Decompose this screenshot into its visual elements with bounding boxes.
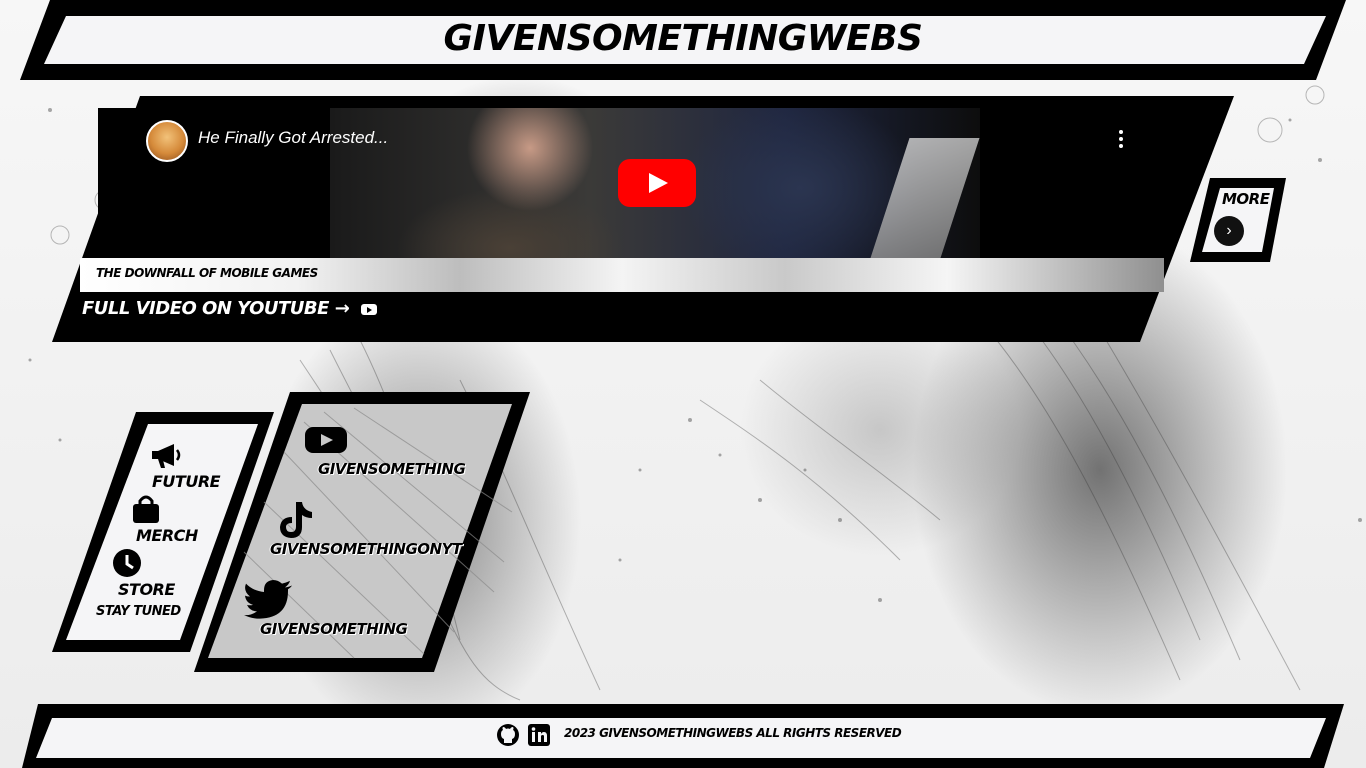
social-link-twitter[interactable]: GIVENSOMETHING bbox=[260, 620, 408, 638]
thumbnail-background-window bbox=[870, 138, 980, 258]
social-link-tiktok[interactable]: GIVENSOMETHINGONYT bbox=[270, 540, 462, 558]
arrow-right-icon: → bbox=[334, 298, 350, 319]
more-arrow-button[interactable]: › bbox=[1214, 216, 1244, 246]
twitter-icon[interactable] bbox=[244, 580, 294, 620]
video-caption-bar: THE DOWNFALL OF MOBILE GAMES bbox=[80, 258, 1164, 292]
stay-tuned-note: STAY TUNED bbox=[96, 604, 181, 619]
youtube-small-icon bbox=[361, 303, 378, 315]
video-title[interactable]: He Finally Got Arrested... bbox=[198, 128, 388, 148]
site-title: GIVENSOMETHINGWEBS bbox=[443, 18, 923, 59]
megaphone-icon bbox=[152, 444, 181, 468]
video-embed[interactable]: He Finally Got Arrested... bbox=[98, 108, 1164, 258]
tiktok-icon[interactable] bbox=[274, 500, 318, 540]
full-video-label: FULL VIDEO ON YOUTUBE bbox=[82, 298, 329, 319]
nav-item-store[interactable]: STORE bbox=[118, 580, 175, 599]
more-label[interactable]: MORE bbox=[1222, 190, 1270, 208]
video-caption: THE DOWNFALL OF MOBILE GAMES bbox=[96, 266, 318, 280]
youtube-icon[interactable] bbox=[304, 426, 348, 454]
page-background: GIVENSOMETHINGWEBS He Finally Got Arrest… bbox=[0, 0, 1366, 768]
more-options-icon[interactable] bbox=[1118, 130, 1124, 150]
play-button[interactable] bbox=[618, 159, 696, 207]
footer-copyright: 2023 GIVENSOMETHINGWEBS ALL RIGHTS RESER… bbox=[564, 726, 902, 740]
clock-icon bbox=[113, 549, 141, 577]
github-icon[interactable] bbox=[496, 723, 520, 747]
full-video-link[interactable]: FULL VIDEO ON YOUTUBE → bbox=[82, 298, 378, 319]
channel-avatar[interactable] bbox=[146, 120, 188, 162]
social-link-youtube[interactable]: GIVENSOMETHING bbox=[318, 460, 466, 478]
nav-item-merch[interactable]: MERCH bbox=[136, 526, 198, 545]
linkedin-icon[interactable] bbox=[527, 723, 551, 747]
shopping-bag-icon bbox=[133, 495, 159, 523]
